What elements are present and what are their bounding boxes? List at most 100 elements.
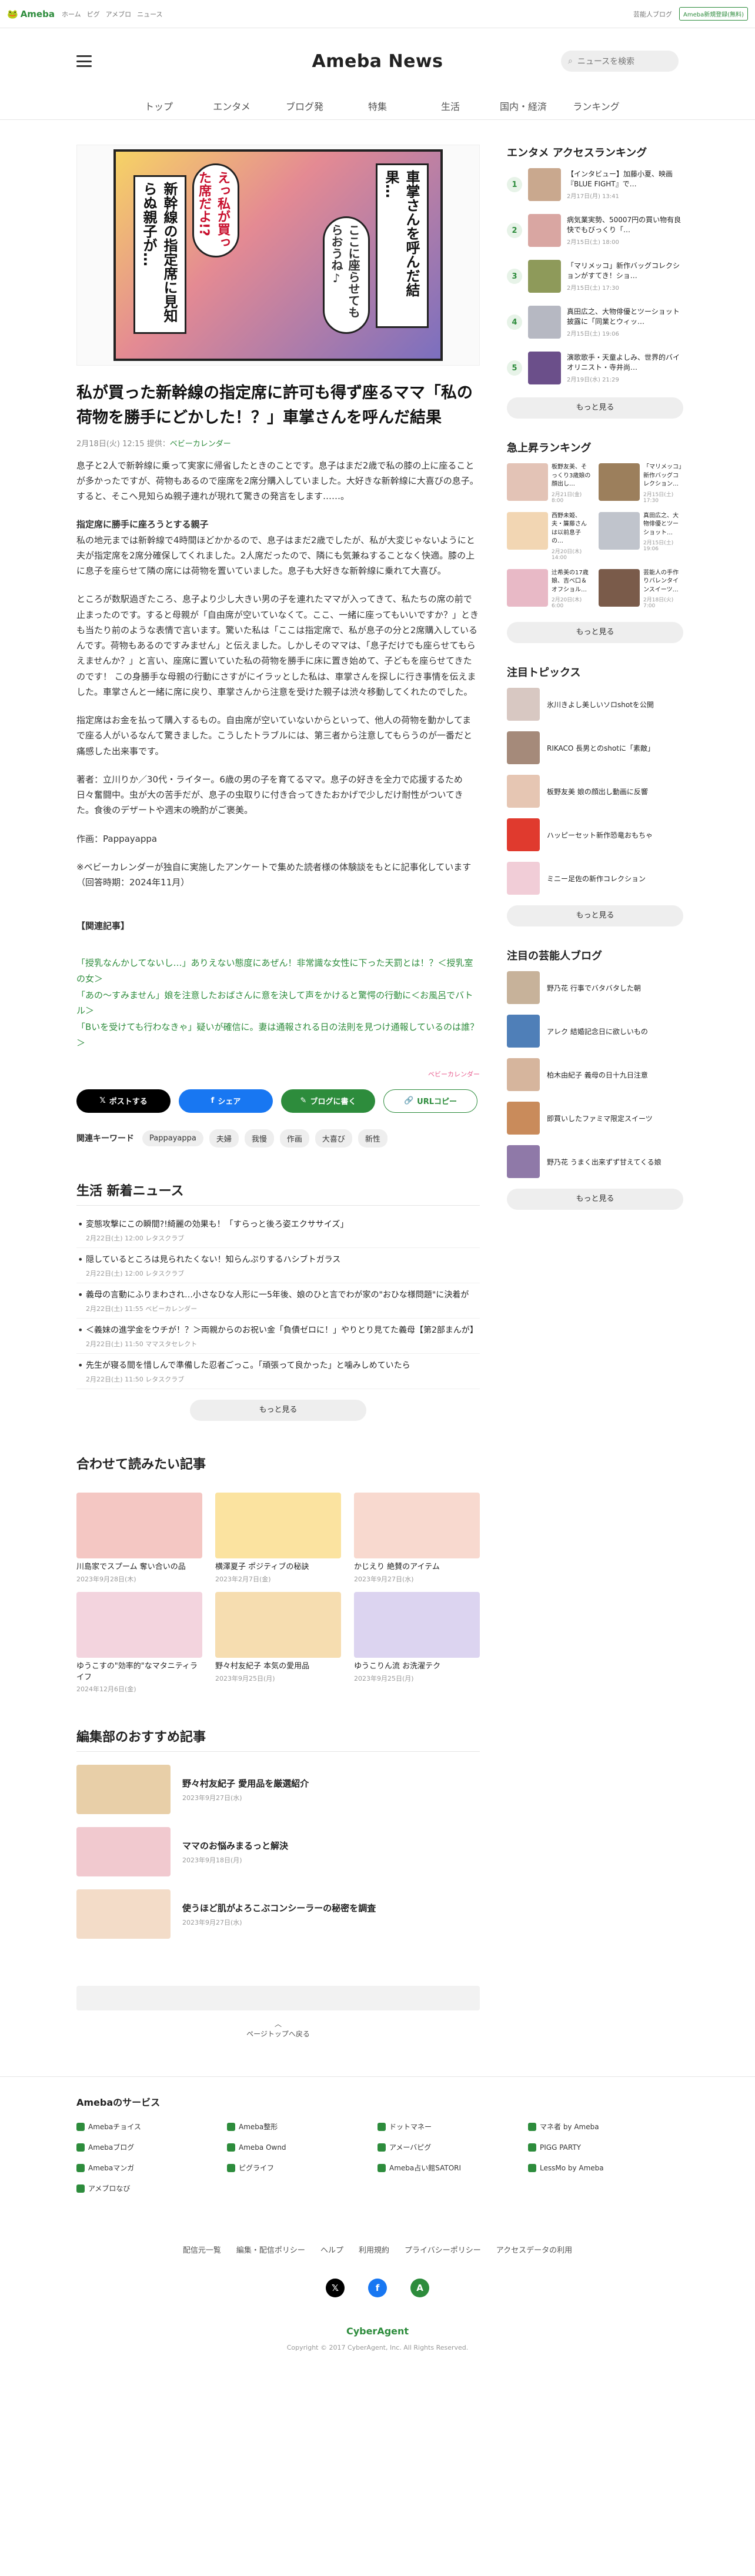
service-link[interactable]: Amebaマンガ: [76, 2163, 227, 2173]
keyword-tag[interactable]: 大喜び: [315, 1129, 352, 1148]
signup-button[interactable]: Ameba新規登録(無料): [679, 7, 748, 21]
service-link-pigg[interactable]: ピグ: [87, 9, 100, 19]
footer-link[interactable]: 配信元一覧: [183, 2244, 221, 2255]
ameba-icon[interactable]: A: [410, 2279, 429, 2298]
search-box[interactable]: ⌕: [561, 51, 679, 72]
keyword-tag[interactable]: 作画: [279, 1129, 309, 1148]
topic-item[interactable]: 氷川きよし美しいソロshotを公開: [507, 688, 683, 721]
recommend-item[interactable]: 野々村友紀子 愛用品を厳選紹介 2023年9月27日(水): [76, 1765, 480, 1815]
service-link[interactable]: アメーバピグ: [378, 2142, 528, 2152]
ranking-item[interactable]: 3 「マリメッコ」新作バッグコレクションがすてき！ショ… 2月15日(土) 17:3…: [507, 260, 683, 293]
footer-link[interactable]: 利用規約: [359, 2244, 389, 2255]
service-link[interactable]: PIGG PARTY: [528, 2142, 679, 2152]
service-link[interactable]: Amebaチョイス: [76, 2122, 227, 2132]
nav-feature[interactable]: 特集: [341, 94, 414, 119]
service-link-blog[interactable]: アメブロ: [106, 9, 131, 19]
share-facebook-button[interactable]: f シェア: [179, 1089, 273, 1113]
blog-item[interactable]: 野乃花 行事でバタバタした朝: [507, 971, 683, 1004]
article-card[interactable]: ゆうこりん流 お洗濯テク 2023年9月25日(月): [354, 1591, 480, 1694]
nav-ranking[interactable]: ランキング: [560, 94, 633, 119]
topic-item[interactable]: ミニー足佐の新作コレクション: [507, 862, 683, 895]
recommend-item[interactable]: 使うほど肌がよろこぶコンシーラーの秘密を調査 2023年9月27日(水): [76, 1889, 480, 1939]
service-link[interactable]: Ameba占い館SATORI: [378, 2163, 528, 2173]
article-card[interactable]: 川島家でスプーム 奪い合いの品 2023年9月28日(木): [76, 1492, 202, 1584]
article-card[interactable]: かじえり 絶賛のアイテム 2023年9月27日(水): [354, 1492, 480, 1584]
blog-item[interactable]: アレク 結婚記念日に欲しいもの: [507, 1015, 683, 1048]
more-rising-button[interactable]: もっと見る: [507, 622, 683, 643]
article-card[interactable]: 野々村友紀子 本気の愛用品 2023年9月25日(月): [215, 1591, 341, 1694]
page-top-link[interactable]: ︿ ページトップへ戻る: [76, 2019, 480, 2039]
copy-url-button[interactable]: 🔗 URLコピー: [383, 1089, 477, 1113]
service-link[interactable]: マネ者 by Ameba: [528, 2122, 679, 2132]
share-blog-button[interactable]: ✎ ブログに書く: [281, 1089, 375, 1113]
news-item[interactable]: 先生が寝る間を惜しんで準備した忍者ごっこ。「頑張って良かった」と噛みしめていたら…: [76, 1354, 480, 1389]
ameba-logo[interactable]: 🐸 Ameba: [7, 9, 55, 19]
celebrity-blog-link[interactable]: 芸能人ブログ: [633, 9, 672, 19]
keyword-tag[interactable]: 我慢: [244, 1129, 274, 1148]
x-icon[interactable]: 𝕏: [326, 2279, 345, 2298]
blog-item[interactable]: 即買いしたファミマ限定スイーツ: [507, 1102, 683, 1135]
rising-item[interactable]: 「マリメッコ」新作バッグコレクション… 2月15日(土) 17:30: [599, 463, 683, 504]
service-link[interactable]: Amebaブログ: [76, 2142, 227, 2152]
keyword-tag[interactable]: 夫婦: [209, 1129, 239, 1148]
service-link[interactable]: アメブロなび: [76, 2183, 227, 2193]
topic-item[interactable]: 板野友美 娘の顔出し動画に反響: [507, 775, 683, 808]
facebook-icon[interactable]: f: [368, 2279, 387, 2298]
footer-link[interactable]: アクセスデータの利用: [496, 2244, 572, 2255]
news-item[interactable]: 隠しているところは見られたくない！知らんぷりするハシブトガラス2月22日(土) …: [76, 1248, 480, 1283]
ranking-item[interactable]: 4 真田広之、大物俳優とツーショット披露に「同業とウィッ… 2月15日(土) 19:…: [507, 306, 683, 339]
ranking-item[interactable]: 5 演歌歌手・天童よしみ、世界的バイオリニスト・寺井尚… 2月19日(水) 21:2…: [507, 352, 683, 384]
recommend-item[interactable]: ママのお悩みまるっと解決 2023年9月18日(月): [76, 1827, 480, 1877]
rising-thumbnail: [599, 463, 640, 501]
rising-thumbnail: [507, 463, 548, 501]
rising-item[interactable]: 真田広之、大物俳優とツーショット… 2月15日(土) 19:06: [599, 511, 683, 561]
nav-entertainment[interactable]: エンタメ: [195, 94, 268, 119]
service-link[interactable]: Ameba整形: [227, 2122, 378, 2132]
search-input[interactable]: [577, 56, 666, 66]
blog-item[interactable]: 柏木由紀子 義母の日十九日注意: [507, 1058, 683, 1091]
topic-item[interactable]: RIKACO 長男とのshotに「素敵」: [507, 731, 683, 764]
related-link[interactable]: 「あの～すみません」娘を注意したおばさんに意を決して声をかけると驚愕の行動に＜お…: [76, 988, 480, 1019]
ranking-item[interactable]: 2 病気業実勢、50007円の買い物有良快でもびっくり「… 2月15日(土) 18:…: [507, 214, 683, 247]
brand-logo[interactable]: Ameba News: [312, 51, 443, 72]
news-item[interactable]: 義母の言動にふりまわされ…小さなひな人形に一5年後、娘のひと言でわが家の"おひな…: [76, 1283, 480, 1319]
service-link-news[interactable]: ニュース: [137, 9, 162, 19]
related-link[interactable]: 「授乳なんかしてないし…」ありえない態度にあぜん！非常識な女性に下った天罰とは！…: [76, 955, 480, 986]
keyword-tag[interactable]: 新性: [358, 1129, 387, 1148]
blog-thumbnail: [507, 1015, 540, 1048]
ranking-thumbnail: [528, 168, 561, 201]
menu-icon[interactable]: [76, 55, 92, 67]
nav-top[interactable]: トップ: [122, 94, 195, 119]
rising-item[interactable]: 西野未姫、夫・簾藤さんは以前息子の… 2月20日(木) 14:00: [507, 511, 592, 561]
article-provider-link[interactable]: ベビーカレンダー: [170, 440, 231, 449]
article-card[interactable]: ゆうこすの"効率的"なマタニティライフ 2024年12月6日(金): [76, 1591, 202, 1694]
more-news-button[interactable]: もっと見る: [190, 1399, 366, 1421]
nav-domestic-economy[interactable]: 国内・経済: [487, 94, 560, 119]
blog-item[interactable]: 野乃花 うまく出来ずず甘えてくる娘: [507, 1145, 683, 1178]
ranking-item[interactable]: 1 【インタビュー】加藤小夏、映画『BLUE FIGHT』で… 2月17日(月) 1…: [507, 168, 683, 201]
news-item[interactable]: ＜義妹の進学金をウチが！？＞両親からのお祝い金「負債ゼロに！」やりとり見てた義母…: [76, 1319, 480, 1354]
rising-item[interactable]: 芸能人の手作りバレンタインスイーツ… 2月18日(火) 7:00: [599, 568, 683, 609]
footer-link[interactable]: 編集・配信ポリシー: [236, 2244, 305, 2255]
rising-item[interactable]: 辻希美の17歳娘、吉べ口＆オフショル… 2月20日(木) 6:00: [507, 568, 592, 609]
service-link[interactable]: Ameba Ownd: [227, 2142, 378, 2152]
more-ranking-button[interactable]: もっと見る: [507, 397, 683, 419]
related-link[interactable]: 「Bいを受けても行わなきゃ」疑いが確信に。妻は通報される日の法則を見つけ通報して…: [76, 1019, 480, 1051]
service-link-home[interactable]: ホーム: [62, 9, 81, 19]
share-x-button[interactable]: 𝕏 ポストする: [76, 1089, 171, 1113]
footer-link[interactable]: プライバシーポリシー: [405, 2244, 481, 2255]
footer-link[interactable]: ヘルプ: [320, 2244, 343, 2255]
service-link[interactable]: ドットマネー: [378, 2122, 528, 2132]
service-link[interactable]: ピグライフ: [227, 2163, 378, 2173]
service-link[interactable]: LessMo by Ameba: [528, 2163, 679, 2173]
news-item[interactable]: 変態攻撃にこの瞬間?!綺麗の効果も！「すらっと後ろ姿エクササイズ」2月22日(土…: [76, 1213, 480, 1248]
nav-life[interactable]: 生活: [414, 94, 487, 119]
nav-blog[interactable]: ブログ発: [268, 94, 341, 119]
article-card[interactable]: 横澤夏子 ポジティブの秘訣 2023年2月7日(金): [215, 1492, 341, 1584]
link-icon: 🔗: [403, 1096, 414, 1106]
keyword-tag[interactable]: Pappayappa: [142, 1130, 203, 1146]
more-blogs-button[interactable]: もっと見る: [507, 1189, 683, 1210]
topic-item[interactable]: ハッピーセット新作恐竜おもちゃ: [507, 818, 683, 851]
more-topics-button[interactable]: もっと見る: [507, 905, 683, 926]
rising-item[interactable]: 板野友美、そっくり3歳娘の顔出し… 2月21日(金) 8:00: [507, 463, 592, 504]
